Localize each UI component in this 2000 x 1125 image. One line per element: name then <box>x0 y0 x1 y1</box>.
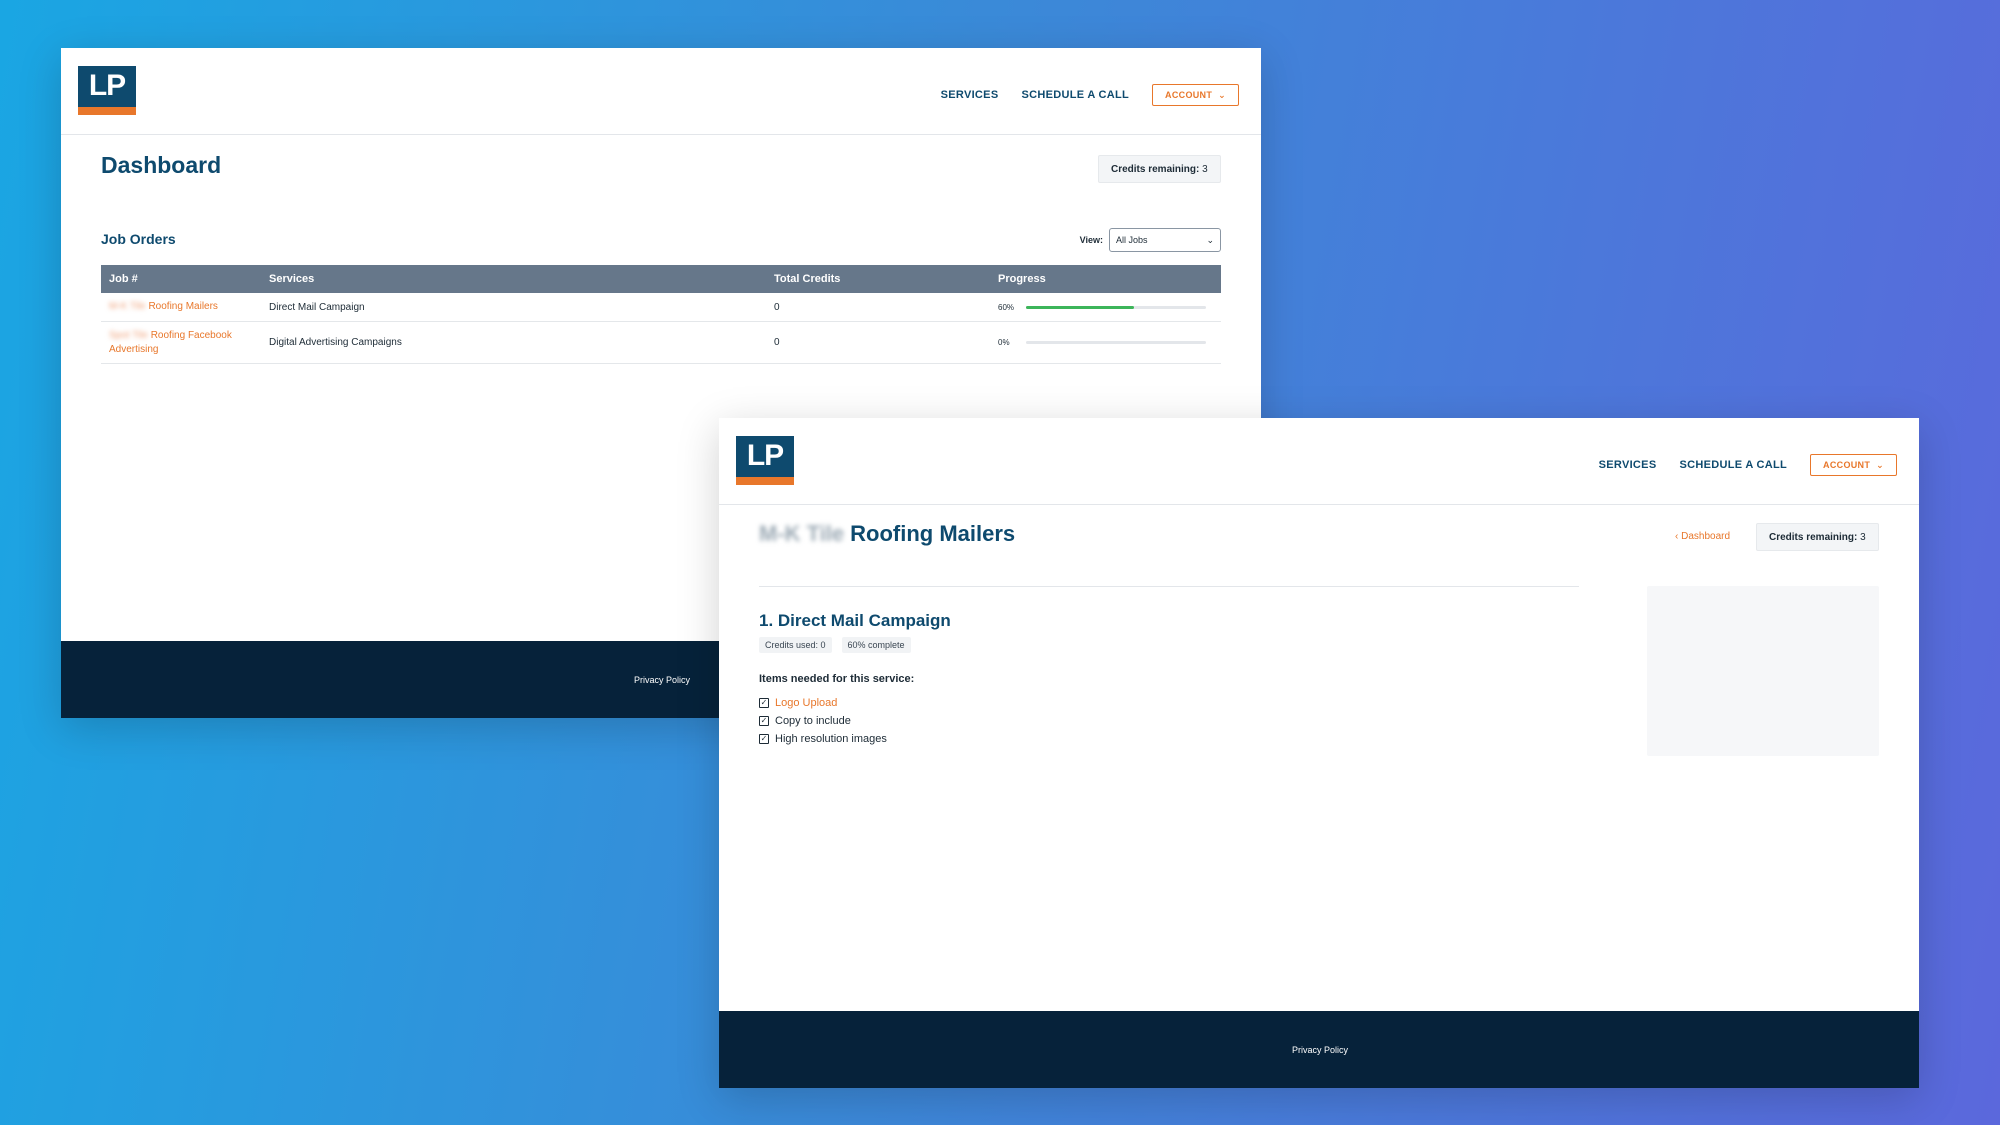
column-header-total-credits: Total Credits <box>774 273 841 285</box>
service-cell: Direct Mail Campaign <box>269 301 365 313</box>
side-panel <box>1647 586 1879 756</box>
view-label: View: <box>1079 235 1103 245</box>
job-link[interactable]: M-K Tile Roofing Mailers <box>109 301 218 312</box>
checklist-item-label: Copy to include <box>775 715 851 727</box>
progress-percent: 60% <box>998 302 1015 312</box>
job-cell: M-K Tile Roofing Mailers <box>101 300 269 314</box>
checkbox-checked-icon[interactable]: ✓ <box>759 734 769 744</box>
credits-badge: Credits remaining: 3 <box>1098 155 1221 183</box>
logo[interactable]: LP <box>78 66 136 115</box>
nav-schedule-call[interactable]: SCHEDULE A CALL <box>1679 459 1787 471</box>
progress-cell: 0% <box>998 338 1221 347</box>
column-header-progress: Progress <box>998 273 1046 285</box>
table-header: Job # Services Total Credits Progress <box>101 265 1221 293</box>
logo-accent-bar <box>736 477 794 485</box>
progress-percent: 0% <box>998 338 1010 347</box>
progress-bar <box>1026 305 1206 309</box>
main-nav: SERVICES SCHEDULE A CALL ACCOUNT ⌄ <box>1576 454 1897 476</box>
service-tags: Credits used: 0 60% complete <box>759 637 921 653</box>
back-to-dashboard-link[interactable]: ‹ Dashboard <box>1675 531 1730 542</box>
nav-services[interactable]: SERVICES <box>1599 459 1657 471</box>
job-name-line2: Advertising <box>109 343 159 355</box>
account-button[interactable]: ACCOUNT ⌄ <box>1152 84 1239 106</box>
job-link[interactable]: Spot Tile Roofing Facebook Advertising <box>109 330 232 355</box>
credits-used-tag: Credits used: 0 <box>759 637 832 653</box>
credits-cell: 0 <box>774 337 780 348</box>
view-select-value: All Jobs <box>1116 235 1148 245</box>
job-cell: Spot Tile Roofing Facebook Advertising <box>101 329 269 357</box>
items-needed-title: Items needed for this service: <box>759 673 915 685</box>
checklist-item-label: High resolution images <box>775 733 887 745</box>
view-filter: View: All Jobs ⌄ <box>1080 228 1221 252</box>
checklist-item[interactable]: ✓ Copy to include <box>759 712 887 730</box>
main-nav: SERVICES SCHEDULE A CALL ACCOUNT ⌄ <box>918 84 1239 106</box>
nav-schedule-call[interactable]: SCHEDULE A CALL <box>1021 89 1129 101</box>
logo-text: LP <box>88 69 126 102</box>
privacy-policy-link[interactable]: Privacy Policy <box>1292 1045 1348 1055</box>
complete-tag: 60% complete <box>841 637 911 653</box>
logo-upload-link[interactable]: Logo Upload <box>775 697 837 709</box>
credits-label: Credits remaining: <box>1111 164 1200 175</box>
job-client-blurred: M-K Tile <box>759 521 845 546</box>
job-client-blurred: M-K Tile <box>109 301 146 312</box>
table-row[interactable]: M-K Tile Roofing Mailers Direct Mail Cam… <box>101 293 1221 322</box>
view-select[interactable]: All Jobs ⌄ <box>1109 228 1221 252</box>
privacy-policy-link[interactable]: Privacy Policy <box>634 675 690 685</box>
credits-cell: 0 <box>774 301 780 313</box>
credits-badge: Credits remaining: 3 <box>1756 523 1879 551</box>
checklist-item[interactable]: ✓ High resolution images <box>759 730 887 748</box>
credits-label: Credits remaining: <box>1769 532 1858 543</box>
job-name: Roofing Facebook <box>150 329 232 341</box>
page-title: Dashboard <box>101 152 222 178</box>
back-link-label: Dashboard <box>1681 531 1731 542</box>
nav-services[interactable]: SERVICES <box>941 89 999 101</box>
account-button[interactable]: ACCOUNT ⌄ <box>1810 454 1897 476</box>
footer: Privacy Policy <box>719 1011 1919 1088</box>
job-orders-table: Job # Services Total Credits Progress M-… <box>101 265 1221 364</box>
job-client-blurred: Spot Tile <box>109 329 148 341</box>
checklist-item[interactable]: ✓ Logo Upload <box>759 694 887 712</box>
job-orders-title: Job Orders <box>101 231 176 247</box>
credits-value: 3 <box>1860 532 1866 543</box>
job-name: Roofing Mailers <box>148 301 218 312</box>
logo-text: LP <box>746 439 784 472</box>
checkbox-checked-icon[interactable]: ✓ <box>759 716 769 726</box>
job-title-text: Roofing Mailers <box>850 521 1016 546</box>
account-button-label: ACCOUNT <box>1165 90 1213 100</box>
chevron-down-icon: ⌄ <box>1876 459 1884 470</box>
table-row[interactable]: Spot Tile Roofing Facebook Advertising D… <box>101 322 1221 364</box>
progress-fill <box>1026 305 1134 309</box>
checkbox-checked-icon[interactable]: ✓ <box>759 698 769 708</box>
header: LP SERVICES SCHEDULE A CALL ACCOUNT ⌄ <box>61 48 1261 135</box>
header: LP SERVICES SCHEDULE A CALL ACCOUNT ⌄ <box>719 418 1919 505</box>
chevron-down-icon: ⌄ <box>1206 234 1214 245</box>
service-cell: Digital Advertising Campaigns <box>269 337 402 348</box>
chevron-down-icon: ⌄ <box>1218 89 1226 100</box>
progress-cell: 60% <box>998 303 1221 312</box>
column-header-job: Job # <box>109 273 138 285</box>
divider <box>759 586 1579 587</box>
service-title: 1. Direct Mail Campaign <box>759 611 951 630</box>
credits-value: 3 <box>1202 164 1208 175</box>
chevron-left-icon: ‹ <box>1675 531 1679 542</box>
logo[interactable]: LP <box>736 436 794 485</box>
column-header-services: Services <box>269 273 315 285</box>
account-button-label: ACCOUNT <box>1823 460 1871 470</box>
items-checklist: ✓ Logo Upload ✓ Copy to include ✓ High r… <box>759 694 887 748</box>
job-detail-window: LP SERVICES SCHEDULE A CALL ACCOUNT ⌄ M-… <box>719 418 1919 1088</box>
logo-accent-bar <box>78 107 136 115</box>
job-title: M-K Tile Roofing Mailers <box>759 521 1015 547</box>
progress-bar <box>1026 341 1206 344</box>
